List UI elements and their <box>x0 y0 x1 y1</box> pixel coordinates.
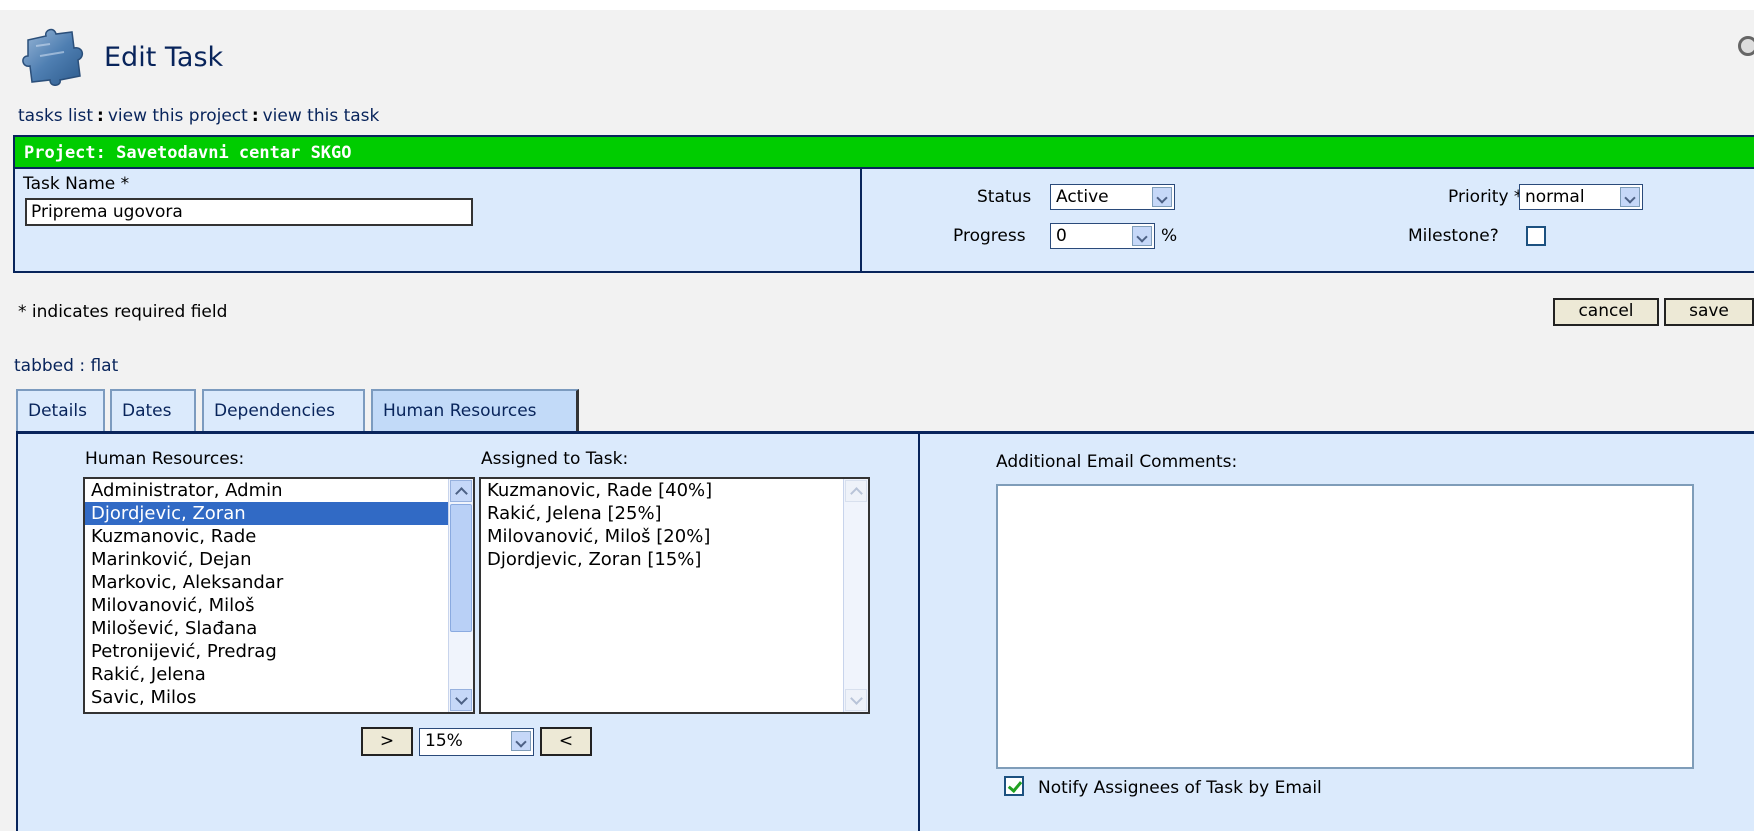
status-label: Status <box>977 187 1032 207</box>
email-comments-textarea[interactable] <box>996 484 1694 769</box>
milestone-checkbox[interactable] <box>1526 226 1546 246</box>
remove-resource-button[interactable]: < <box>540 727 592 756</box>
priority-label: Priority * <box>1448 187 1523 207</box>
progress-label: Progress <box>953 226 1026 246</box>
human-resources-label: Human Resources: <box>85 449 245 469</box>
progress-value: 0 <box>1056 226 1067 246</box>
help-icon[interactable] <box>1738 36 1754 56</box>
chevron-down-icon[interactable] <box>1620 187 1640 207</box>
status-value: Active <box>1056 187 1109 207</box>
view-mode-links: tabbed : flat <box>14 356 118 376</box>
list-item[interactable]: Kuzmanovic, Rade <box>85 525 473 548</box>
page-title: Edit Task <box>104 42 224 73</box>
list-item[interactable]: Rakić, Jelena [25%] <box>481 502 868 525</box>
status-select[interactable]: Active <box>1050 184 1175 210</box>
scroll-down-icon[interactable] <box>845 689 867 711</box>
project-box: Project: Savetodavni centar SKGO Task Na… <box>13 135 1754 273</box>
email-comments-label: Additional Email Comments: <box>996 452 1238 472</box>
chevron-down-icon[interactable] <box>1132 226 1152 246</box>
tab-dependencies[interactable]: Dependencies <box>202 389 365 431</box>
assigned-label: Assigned to Task: <box>481 449 629 469</box>
allocation-percent-value: 15% <box>425 731 463 751</box>
list-item[interactable]: Djordjevic, Zoran [15%] <box>481 548 868 571</box>
list-item[interactable]: Milovanović, Miloš <box>85 594 473 617</box>
chevron-down-icon[interactable] <box>1152 187 1172 207</box>
notify-assignees-label: Notify Assignees of Task by Email <box>1038 778 1322 798</box>
breadcrumb: tasks list: view this project: view this t… <box>18 106 379 126</box>
list-item[interactable]: Petronijević, Predrag <box>85 640 473 663</box>
scroll-up-icon[interactable] <box>845 480 867 502</box>
view-mode-separator: : <box>73 356 91 376</box>
list-item[interactable]: Rakić, Jelena <box>85 663 473 686</box>
list-item[interactable]: Milošević, Slađana <box>85 617 473 640</box>
tabbed-link[interactable]: tabbed <box>14 356 74 376</box>
list-item[interactable]: Administrator, Admin <box>85 479 473 502</box>
breadcrumb-tasks-list[interactable]: tasks list <box>18 106 93 126</box>
scroll-down-icon[interactable] <box>450 689 472 711</box>
priority-value: normal <box>1525 187 1585 207</box>
scroll-thumb[interactable] <box>450 504 472 632</box>
scroll-up-icon[interactable] <box>450 480 472 502</box>
breadcrumb-view-task[interactable]: view this task <box>263 106 380 126</box>
flat-link[interactable]: flat <box>90 356 118 376</box>
list-item-selected[interactable]: Djordjevic, Zoran <box>85 502 473 525</box>
required-field-note: * indicates required field <box>18 302 228 322</box>
priority-select[interactable]: normal <box>1519 184 1643 210</box>
list-item[interactable]: Marinković, Dejan <box>85 548 473 571</box>
scrollbar[interactable] <box>843 479 868 712</box>
notify-assignees-checkbox[interactable] <box>1004 776 1024 796</box>
project-title-bar: Project: Savetodavni centar SKGO <box>15 137 1754 169</box>
puzzle-icon <box>22 28 84 86</box>
save-button[interactable]: save <box>1664 298 1754 326</box>
list-item[interactable]: Savic, Milos <box>85 686 473 709</box>
task-name-label: Task Name * <box>23 174 130 194</box>
breadcrumb-separator: : <box>97 106 104 126</box>
tab-details[interactable]: Details <box>16 389 105 431</box>
chevron-down-icon[interactable] <box>511 731 531 751</box>
tab-human-resources[interactable]: Human Resources <box>371 389 579 431</box>
panel-divider <box>918 431 920 831</box>
page: Edit Task tasks list: view this project: v… <box>0 10 1754 831</box>
scrollbar[interactable] <box>448 479 473 712</box>
task-name-cell: Task Name * <box>15 169 862 271</box>
milestone-label: Milestone? <box>1408 226 1499 246</box>
list-item[interactable]: Milovanović, Miloš [20%] <box>481 525 868 548</box>
assigned-resources-list[interactable]: Kuzmanovic, Rade [40%] Rakić, Jelena [25… <box>479 477 870 714</box>
task-name-input[interactable] <box>25 198 473 226</box>
progress-select[interactable]: 0 <box>1050 223 1155 249</box>
cancel-button[interactable]: cancel <box>1553 298 1659 326</box>
list-item[interactable]: Markovic, Aleksandar <box>85 571 473 594</box>
breadcrumb-view-project[interactable]: view this project <box>108 106 248 126</box>
tab-dates[interactable]: Dates <box>110 389 196 431</box>
progress-unit: % <box>1161 226 1178 246</box>
available-resources-list[interactable]: Administrator, Admin Djordjevic, Zoran K… <box>83 477 475 714</box>
add-resource-button[interactable]: > <box>361 727 413 756</box>
list-item[interactable]: Kuzmanovic, Rade [40%] <box>481 479 868 502</box>
breadcrumb-separator: : <box>251 106 259 126</box>
allocation-percent-select[interactable]: 15% <box>419 728 534 756</box>
